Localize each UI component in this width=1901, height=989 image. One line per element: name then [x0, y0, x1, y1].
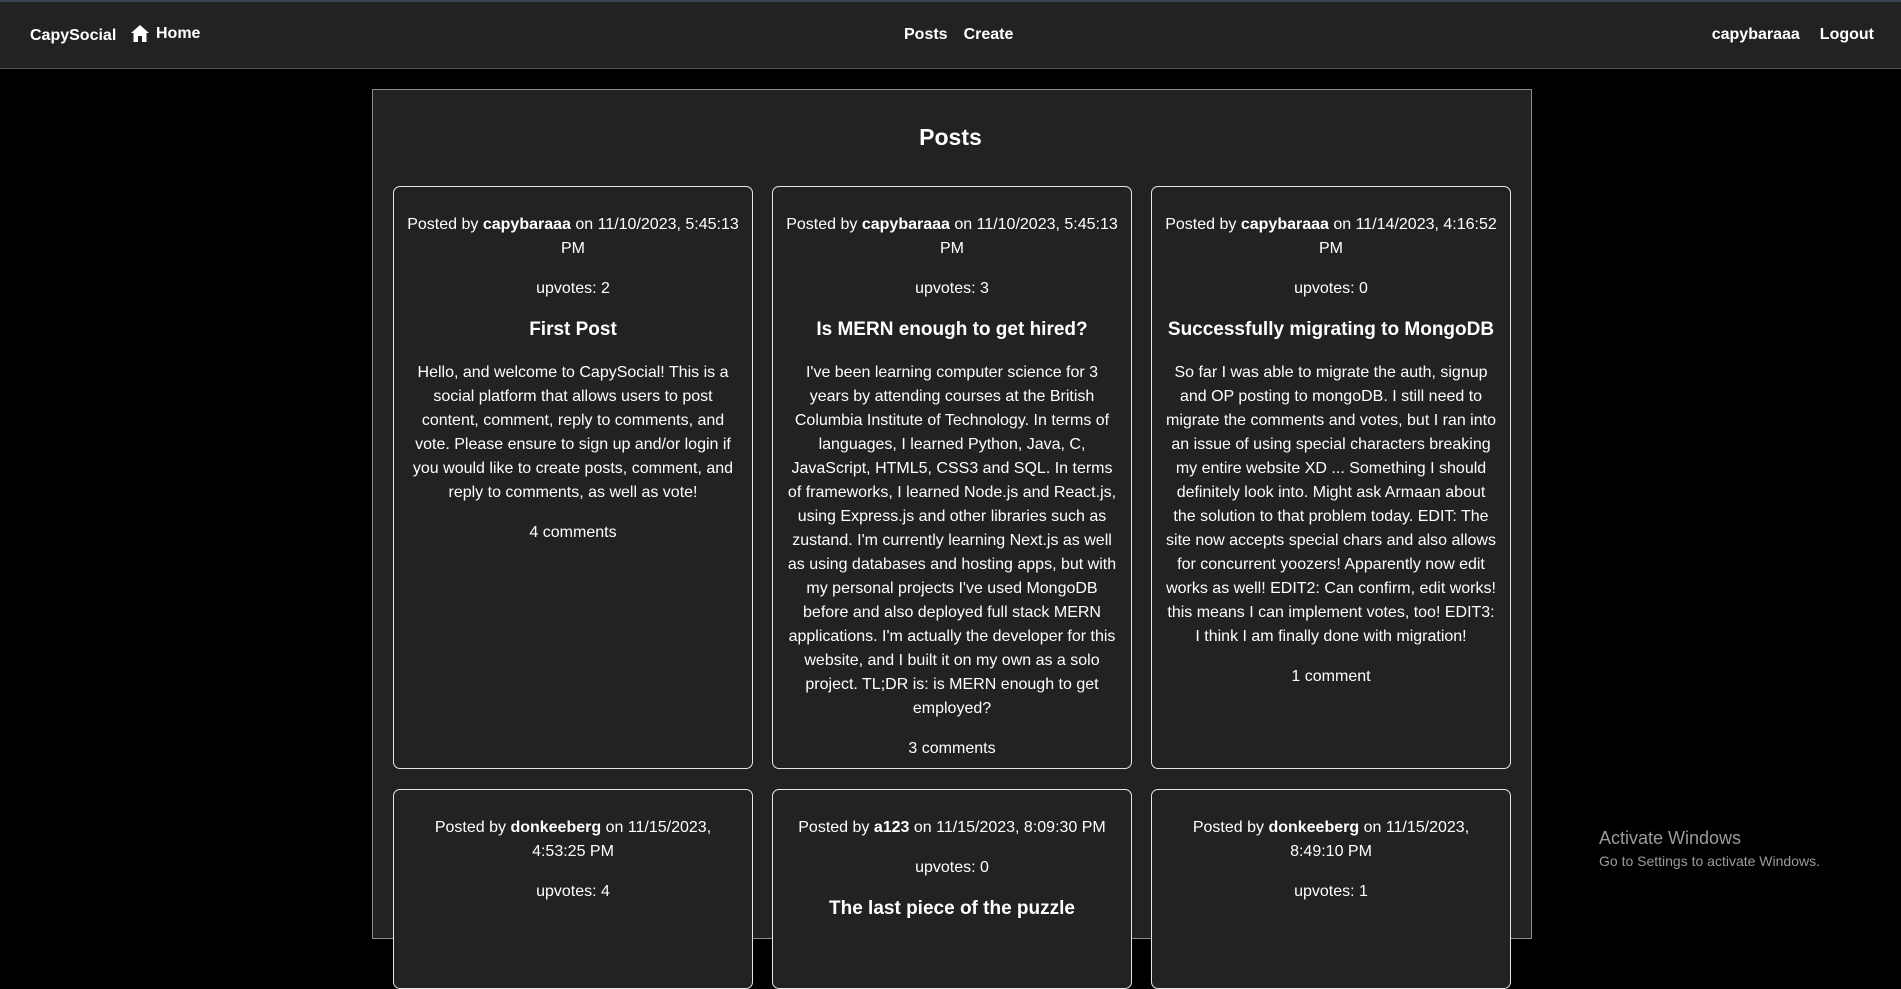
windows-activation-watermark: Activate Windows Go to Settings to activ…	[1599, 827, 1820, 871]
post-upvotes: upvotes: 2	[536, 280, 610, 297]
post-meta: Posted by donkeeberg on 11/15/2023, 8:49…	[1192, 819, 1470, 860]
logout-link[interactable]: Logout	[1820, 26, 1874, 44]
post-body: I've been learning computer science for …	[787, 364, 1117, 717]
post-meta: Posted by a123 on 11/15/2023, 8:09:30 PM	[798, 819, 1106, 836]
post-title[interactable]: The last piece of the puzzle	[785, 896, 1119, 922]
post-meta: Posted by capybaraaa on 11/14/2023, 4:16…	[1165, 216, 1497, 257]
username-link[interactable]: capybaraaa	[1712, 26, 1800, 44]
post-card[interactable]: Posted by a123 on 11/15/2023, 8:09:30 PM…	[772, 789, 1132, 989]
post-body: So far I was able to migrate the auth, s…	[1166, 364, 1496, 645]
post-card[interactable]: Posted by capybaraaa on 11/10/2023, 5:45…	[393, 186, 753, 769]
post-comments-link[interactable]: 3 comments	[785, 737, 1119, 761]
post-card[interactable]: Posted by donkeeberg on 11/15/2023, 8:49…	[1151, 789, 1511, 989]
center-nav: Posts Create	[904, 26, 1013, 44]
brand-link[interactable]: CapySocial	[30, 27, 116, 45]
top-navbar: CapySocial Home Posts Create capybaraaa …	[0, 0, 1901, 69]
page-title: Posts	[919, 124, 982, 150]
post-title[interactable]: First Post	[406, 317, 740, 343]
user-nav: capybaraaa Logout	[1712, 26, 1874, 44]
post-upvotes: upvotes: 4	[536, 883, 610, 900]
post-author: donkeeberg	[510, 819, 602, 836]
post-upvotes: upvotes: 1	[1294, 883, 1368, 900]
post-meta: Posted by capybaraaa on 11/10/2023, 5:45…	[786, 216, 1118, 257]
post-title[interactable]: Is MERN enough to get hired?	[785, 317, 1119, 343]
post-body: Hello, and welcome to CapySocial! This i…	[412, 364, 734, 501]
post-meta: Posted by donkeeberg on 11/15/2023, 4:53…	[434, 819, 712, 860]
post-author: a123	[873, 819, 910, 836]
activate-title: Activate Windows	[1599, 828, 1742, 848]
post-card[interactable]: Posted by capybaraaa on 11/10/2023, 5:45…	[772, 186, 1132, 769]
post-author: donkeeberg	[1268, 819, 1360, 836]
post-card[interactable]: Posted by capybaraaa on 11/14/2023, 4:16…	[1151, 186, 1511, 769]
post-upvotes: upvotes: 0	[915, 859, 989, 876]
post-meta: Posted by capybaraaa on 11/10/2023, 5:45…	[407, 216, 739, 257]
home-icon	[131, 25, 149, 42]
post-card[interactable]: Posted by donkeeberg on 11/15/2023, 4:53…	[393, 789, 753, 989]
post-upvotes: upvotes: 3	[915, 280, 989, 297]
post-comments-link[interactable]: 4 comments	[406, 521, 740, 545]
activate-subtitle: Go to Settings to activate Windows.	[1599, 853, 1820, 869]
nav-posts-link[interactable]: Posts	[904, 26, 948, 44]
home-label: Home	[156, 24, 201, 42]
post-author: capybaraaa	[1240, 216, 1329, 233]
post-author: capybaraaa	[861, 216, 950, 233]
nav-create-link[interactable]: Create	[964, 26, 1014, 44]
post-upvotes: upvotes: 0	[1294, 280, 1368, 297]
post-comments-link[interactable]: 1 comment	[1164, 665, 1498, 689]
post-title[interactable]: Successfully migrating to MongoDB	[1164, 317, 1498, 343]
home-link[interactable]: Home	[130, 24, 200, 43]
post-author: capybaraaa	[482, 216, 571, 233]
